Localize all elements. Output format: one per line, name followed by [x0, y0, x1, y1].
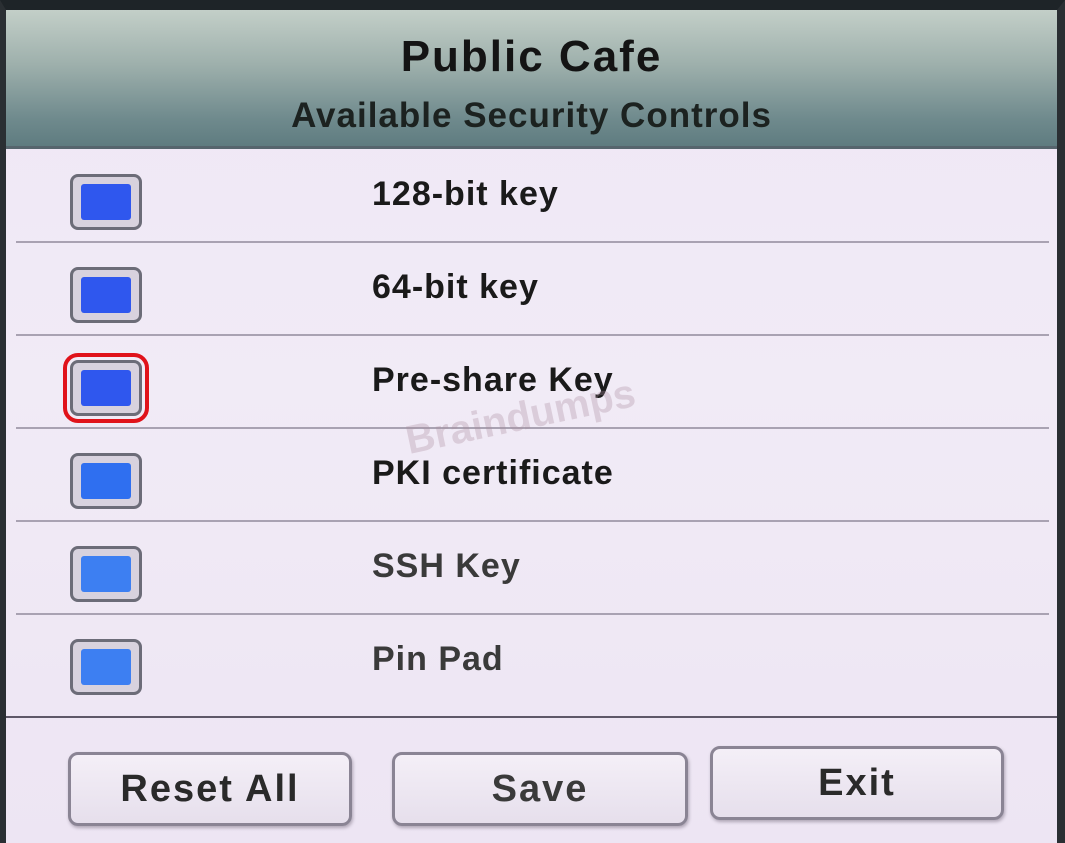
- list-item-ssh-key: SSH Key: [16, 522, 1049, 615]
- checkbox-fill: [81, 277, 131, 313]
- list-item-pre-share-key: Pre-share Key: [16, 336, 1049, 429]
- list-item-pin-pad: Pin Pad: [16, 615, 1049, 706]
- control-label: 64-bit key: [372, 268, 539, 306]
- save-button[interactable]: Save: [392, 752, 688, 826]
- list-item-pki-certificate: PKI certificate: [16, 429, 1049, 522]
- header-bar: Public Cafe Available Security Controls: [6, 10, 1057, 149]
- security-controls-window: Public Cafe Available Security Controls …: [0, 0, 1065, 843]
- exit-button[interactable]: Exit: [710, 746, 1004, 820]
- security-controls-list: 128-bit key 64-bit key Pre-share Key PKI…: [6, 150, 1057, 706]
- control-label: PKI certificate: [372, 454, 614, 492]
- checkbox-fill: [81, 370, 131, 406]
- page-subtitle: Available Security Controls: [291, 96, 772, 135]
- control-label: 128-bit key: [372, 175, 559, 213]
- list-item-64-bit-key: 64-bit key: [16, 243, 1049, 336]
- checkbox-fill: [81, 649, 131, 685]
- page-title: Public Cafe: [400, 32, 663, 81]
- checkbox-pre-share-key[interactable]: [63, 353, 149, 423]
- control-label: Pre-share Key: [372, 361, 614, 399]
- checkbox-pin-pad[interactable]: [70, 639, 142, 695]
- checkbox-128-bit-key[interactable]: [70, 174, 142, 230]
- checkbox-ssh-key[interactable]: [70, 546, 142, 602]
- button-bar: Reset All Save Exit: [6, 716, 1057, 843]
- checkbox-fill: [81, 556, 131, 592]
- reset-all-button[interactable]: Reset All: [68, 752, 352, 826]
- checkbox-fill: [81, 463, 131, 499]
- list-item-128-bit-key: 128-bit key: [16, 150, 1049, 243]
- control-label: SSH Key: [372, 547, 521, 585]
- checkbox-fill: [81, 184, 131, 220]
- control-label: Pin Pad: [372, 640, 504, 678]
- checkbox-64-bit-key[interactable]: [70, 267, 142, 323]
- checkbox-pki-certificate[interactable]: [70, 453, 142, 509]
